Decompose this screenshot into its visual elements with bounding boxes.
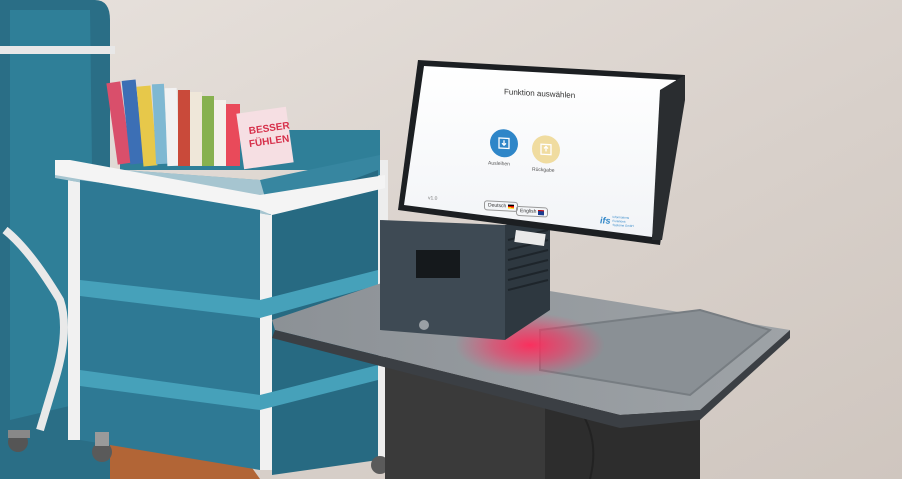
function-ausleihen-button[interactable] bbox=[490, 128, 518, 158]
language-deutsch-button[interactable]: Deutsch bbox=[484, 200, 519, 212]
language-english-button[interactable]: English bbox=[516, 205, 549, 218]
brand-logo: ifs Informations Funktions Systeme GmbH bbox=[600, 214, 634, 228]
german-flag-icon bbox=[508, 204, 515, 209]
function-ausleihen-label: Ausleihen bbox=[488, 160, 510, 168]
wall-rail bbox=[0, 46, 115, 54]
screen-title: Funktion auswählen bbox=[504, 87, 576, 100]
function-rueckgabe-button[interactable] bbox=[532, 134, 560, 165]
brand-line-3: Systeme GmbH bbox=[612, 222, 634, 229]
uk-flag-icon bbox=[538, 209, 545, 215]
return-box-icon bbox=[498, 137, 510, 150]
brand-lines: Informations Funktions Systeme GmbH bbox=[613, 215, 634, 228]
function-rueckgabe-label: Rückgabe bbox=[532, 166, 555, 174]
kiosk-screen-ui: Funktion auswählen Ausleihen Rückgabe v1… bbox=[404, 66, 676, 255]
language-english-label: English bbox=[520, 208, 537, 215]
brand-logo-text: ifs bbox=[600, 215, 611, 226]
language-deutsch-label: Deutsch bbox=[488, 202, 507, 210]
return-box-icon bbox=[540, 143, 552, 156]
footer-version: v1.0 bbox=[428, 195, 438, 202]
photo-scene: BESSER FÜHLEN Funktion auswählen Ausleih… bbox=[0, 0, 902, 479]
